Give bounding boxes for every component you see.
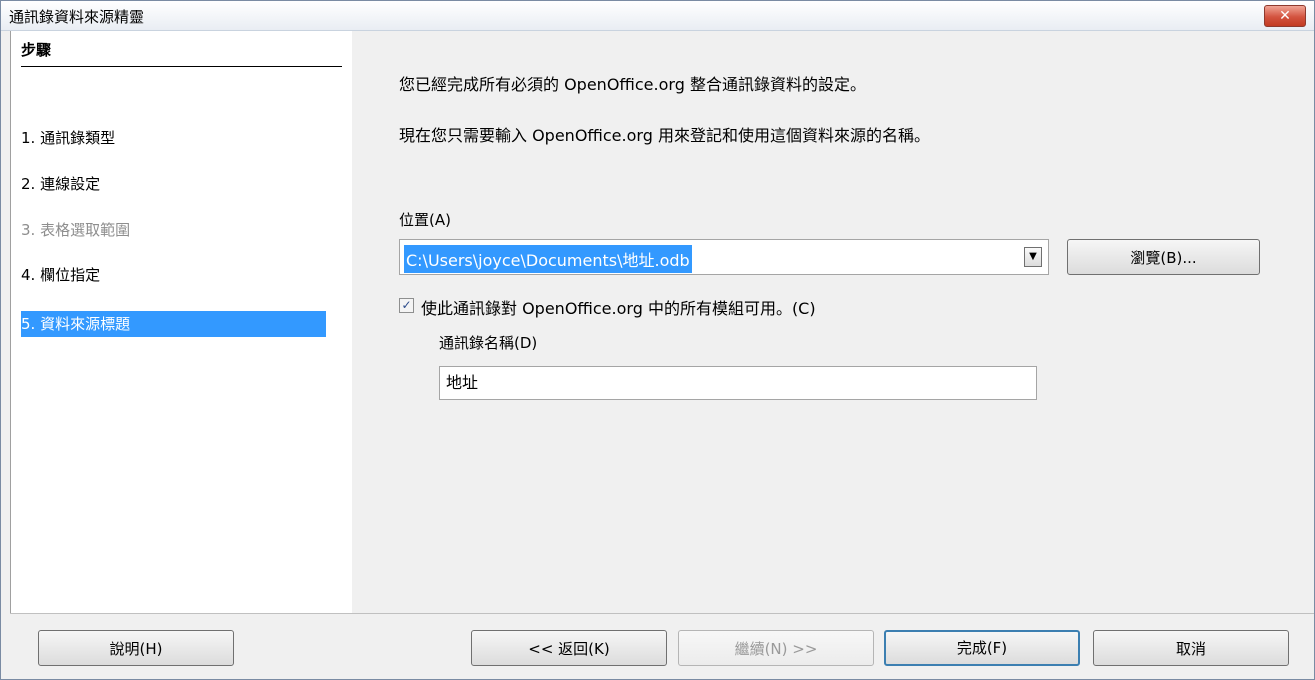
window-title: 通訊錄資料來源精靈 (9, 8, 145, 26)
steps-header: 步驟 (21, 39, 342, 67)
content-panel (352, 31, 1314, 613)
browse-button[interactable]: 瀏覽(B)... (1067, 239, 1260, 275)
name-label: 通訊錄名稱(D) (439, 334, 538, 352)
location-label: 位置(A) (399, 211, 451, 229)
step-item-5[interactable]: 5. 資料來源標題 (21, 311, 326, 337)
checkmark-icon[interactable]: ✓ (399, 298, 414, 313)
cancel-button[interactable]: 取消 (1093, 630, 1289, 666)
register-checkbox-label[interactable]: 使此通訊錄對 OpenOffice.org 中的所有模組可用。(C) (421, 295, 816, 319)
chevron-down-icon[interactable]: ▼ (1024, 247, 1042, 267)
location-combobox[interactable]: C:\Users\joyce\Documents\地址.odb ▼ (399, 239, 1049, 275)
intro-text-1: 您已經完成所有必須的 OpenOffice.org 整合通訊錄資料的設定。 (399, 75, 866, 94)
close-button[interactable]: ✕ (1264, 5, 1306, 27)
finish-button[interactable]: 完成(F) (884, 630, 1080, 666)
step-item-2[interactable]: 2. 連線設定 (21, 171, 326, 197)
next-button: 繼續(N) >> (678, 630, 874, 666)
title-bar: 通訊錄資料來源精靈 ✕ (1, 1, 1314, 31)
addressbook-name-input[interactable]: 地址 (439, 366, 1037, 400)
wizard-dialog: 通訊錄資料來源精靈 ✕ 步驟 1. 通訊錄類型 2. 連線設定 3. 表格選取範… (0, 0, 1315, 680)
footer-divider (10, 613, 1314, 614)
help-button[interactable]: 說明(H) (38, 630, 234, 666)
back-button[interactable]: << 返回(K) (471, 630, 667, 666)
step-item-4[interactable]: 4. 欄位指定 (21, 262, 326, 288)
location-value[interactable]: C:\Users\joyce\Documents\地址.odb (404, 245, 692, 273)
step-item-3: 3. 表格選取範圍 (21, 221, 131, 239)
intro-text-2: 現在您只需要輸入 OpenOffice.org 用來登記和使用這個資料來源的名稱… (399, 126, 930, 145)
step-item-1[interactable]: 1. 通訊錄類型 (21, 125, 326, 151)
